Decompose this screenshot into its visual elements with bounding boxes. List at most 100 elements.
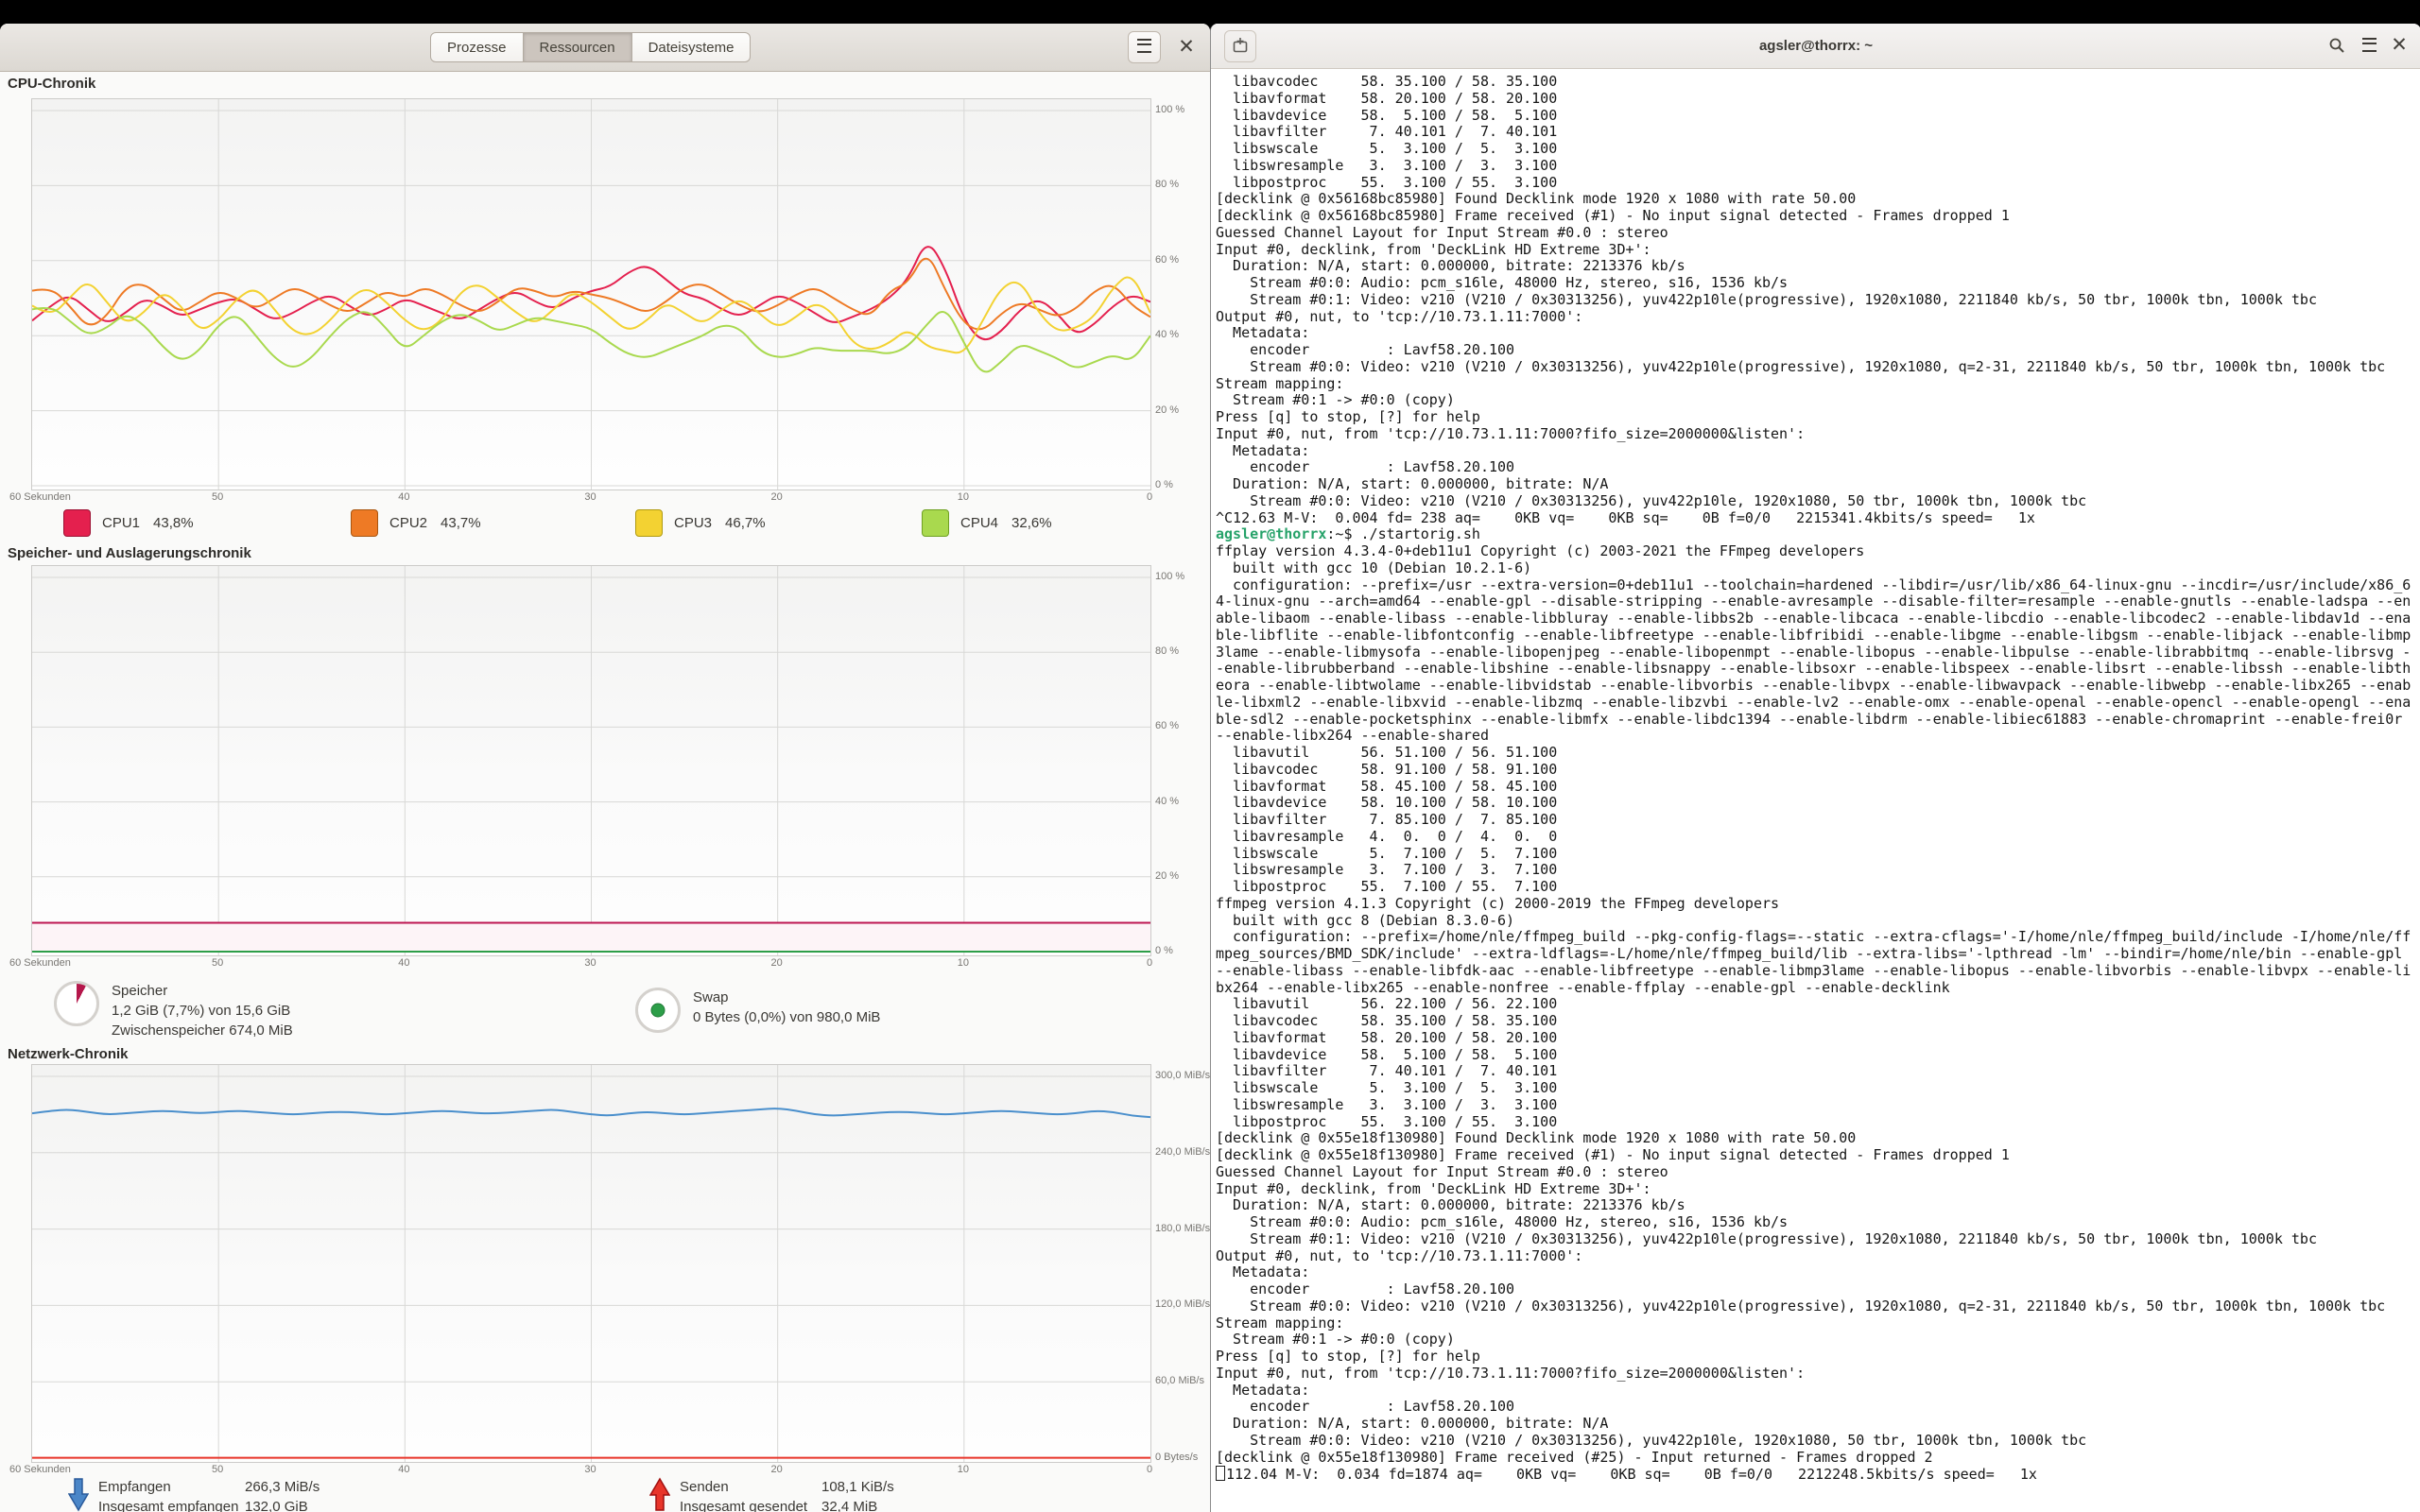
axis-tick-label: 80 %: [1155, 179, 1179, 190]
terminal-headerbar: agsler@thorrx: ~ ✕: [1211, 24, 2420, 69]
terminal-line: Metadata:: [1216, 1383, 2420, 1400]
terminal-line: 112.04 M-V: 0.034 fd=1874 aq= 0KB vq= 0K…: [1216, 1466, 2420, 1483]
terminal-line: Output #0, nut, to 'tcp://10.73.1.11:700…: [1216, 1248, 2420, 1265]
network-y-axis: 300,0 MiB/s240,0 MiB/s180,0 MiB/s120,0 M…: [1155, 1064, 1210, 1461]
terminal-line: Duration: N/A, start: 0.000000, bitrate:…: [1216, 258, 2420, 275]
swap-legend-title: Swap: [693, 988, 880, 1007]
axis-tick-label: 60,0 MiB/s: [1155, 1375, 1204, 1386]
cpu-x-axis: 60 Sekunden50403020100: [9, 491, 1158, 505]
terminal-line: Stream #0:1 -> #0:0 (copy): [1216, 1332, 2420, 1349]
search-button[interactable]: [2321, 30, 2353, 62]
terminal-line: Input #0, decklink, from 'DeckLink HD Ex…: [1216, 242, 2420, 259]
swap-legend-text: Swap 0 Bytes (0,0%) von 980,0 MiB: [693, 988, 880, 1027]
terminal-line: Metadata:: [1216, 325, 2420, 342]
send-label: Senden: [680, 1477, 821, 1497]
terminal-line: Stream mapping:: [1216, 376, 2420, 393]
receive-label: Empfangen: [98, 1477, 245, 1497]
terminal-line: 4-linux-gnu --arch=amd64 --enable-gpl --…: [1216, 593, 2420, 610]
cpu1-color-swatch: [63, 509, 91, 537]
swap-legend-item: Swap 0 Bytes (0,0%) von 980,0 MiB: [635, 988, 880, 1033]
memory-cache-value: Zwischenspeicher 674,0 MiB: [112, 1021, 293, 1040]
terminal-line: Stream #0:1: Video: v210 (V210 / 0x30313…: [1216, 1231, 2420, 1248]
terminal-line: libavformat 58. 20.100 / 58. 20.100: [1216, 1030, 2420, 1047]
terminal-line: libavdevice 58. 10.100 / 58. 10.100: [1216, 795, 2420, 812]
terminal-line: Output #0, nut, to 'tcp://10.73.1.11:700…: [1216, 309, 2420, 326]
swap-gauge-dot: [651, 1004, 666, 1018]
axis-tick-label: 20: [771, 491, 783, 503]
terminal-line: encoder : Lavf58.20.100: [1216, 459, 2420, 476]
memory-usage-gauge: [54, 981, 99, 1026]
system-monitor-headerbar: Prozesse Ressourcen Dateisysteme ✕: [0, 24, 1210, 72]
cpu-section-title: CPU-Chronik: [8, 76, 95, 92]
axis-tick-label: 80 %: [1155, 645, 1179, 657]
axis-tick-label: 0: [1147, 1464, 1152, 1475]
terminal-line: libavdevice 58. 5.100 / 58. 5.100: [1216, 108, 2420, 125]
terminal-line: Input #0, nut, from 'tcp://10.73.1.11:70…: [1216, 1366, 2420, 1383]
network-x-axis: 60 Sekunden50403020100: [9, 1464, 1158, 1477]
terminal-output[interactable]: libavcodec 58. 35.100 / 58. 35.100 libav…: [1211, 69, 2420, 1512]
terminal-line: libpostproc 55. 3.100 / 55. 3.100: [1216, 175, 2420, 192]
terminal-line: Stream #0:1: Video: v210 (V210 / 0x30313…: [1216, 292, 2420, 309]
close-icon: ✕: [2391, 34, 2408, 56]
cpu3-color-swatch: [635, 509, 663, 537]
window-close-button[interactable]: ✕: [1172, 33, 1201, 61]
axis-tick-label: 40 %: [1155, 329, 1179, 340]
terminal-line: encoder : Lavf58.20.100: [1216, 1399, 2420, 1416]
terminal-line: ble-libflite --enable-libfontconfig --en…: [1216, 627, 2420, 644]
terminal-line: [decklink @ 0x55e18f130980] Found Deckli…: [1216, 1130, 2420, 1147]
axis-tick-label: 240,0 MiB/s: [1155, 1146, 1210, 1158]
memory-legend-text: Speicher 1,2 GiB (7,7%) von 15,6 GiB Zwi…: [112, 981, 293, 1040]
axis-tick-label: 0 %: [1155, 945, 1173, 956]
cpu4-value: 32,6%: [1011, 515, 1052, 531]
terminal-line: Metadata:: [1216, 443, 2420, 460]
tab-dateisysteme[interactable]: Dateisysteme: [632, 32, 752, 62]
terminal-line: libavcodec 58. 35.100 / 58. 35.100: [1216, 74, 2420, 91]
terminal-line: Stream #0:0: Audio: pcm_s16le, 48000 Hz,…: [1216, 275, 2420, 292]
axis-tick-label: 120,0 MiB/s: [1155, 1298, 1210, 1310]
axis-tick-label: 40: [398, 491, 409, 503]
terminal-line: Input #0, nut, from 'tcp://10.73.1.11:70…: [1216, 426, 2420, 443]
axis-tick-label: 0 %: [1155, 479, 1173, 490]
terminal-line: [decklink @ 0x56168bc85980] Found Deckli…: [1216, 191, 2420, 208]
axis-tick-label: 50: [212, 491, 223, 503]
terminal-line: agsler@thorrx:~$ ./startorig.sh: [1216, 526, 2420, 543]
axis-tick-label: 60 Sekunden: [9, 957, 71, 969]
terminal-line: libpostproc 55. 7.100 / 55. 7.100: [1216, 879, 2420, 896]
hamburger-menu-icon: [2362, 38, 2377, 52]
tab-ressourcen[interactable]: Ressourcen: [524, 32, 632, 62]
swap-usage-value: 0 Bytes (0,0%) von 980,0 MiB: [693, 1007, 880, 1027]
terminal-line: [decklink @ 0x56168bc85980] Frame receiv…: [1216, 208, 2420, 225]
terminal-line: Input #0, decklink, from 'DeckLink HD Ex…: [1216, 1181, 2420, 1198]
desktop: { "system_monitor": { "tabs": ["Prozesse…: [0, 0, 2420, 1512]
search-icon: [2328, 37, 2345, 54]
primary-menu-button[interactable]: [1128, 31, 1161, 63]
terminal-line: libavformat 58. 20.100 / 58. 20.100: [1216, 91, 2420, 108]
new-tab-button[interactable]: [1224, 30, 1256, 62]
terminal-line: libavutil 56. 51.100 / 56. 51.100: [1216, 745, 2420, 762]
cpu2-value: 43,7%: [441, 515, 481, 531]
network-chart-canvas: [32, 1065, 1150, 1462]
terminal-line: encoder : Lavf58.20.100: [1216, 342, 2420, 359]
terminal-line: le-libxml2 --enable-libxvid --enable-lib…: [1216, 695, 2420, 712]
receive-total: 132,0 GiB: [245, 1497, 320, 1512]
terminal-line: Stream #0:0: Video: v210 (V210 / 0x30313…: [1216, 1298, 2420, 1315]
terminal-menu-button[interactable]: [2353, 30, 2385, 62]
system-monitor-window: Prozesse Ressourcen Dateisysteme ✕ CPU-C…: [0, 24, 1210, 1512]
terminal-line: libswscale 5. 3.100 / 5. 3.100: [1216, 1080, 2420, 1097]
terminal-line: configuration: --prefix=/home/nle/ffmpeg…: [1216, 929, 2420, 946]
cpu2-color-swatch: [351, 509, 378, 537]
network-section-title: Netzwerk-Chronik: [8, 1046, 129, 1062]
axis-tick-label: 20: [771, 957, 783, 969]
axis-tick-label: 300,0 MiB/s: [1155, 1070, 1210, 1081]
axis-tick-label: 30: [584, 491, 596, 503]
cpu2-legend-item: CPU2 43,7%: [351, 509, 494, 537]
terminal-close-button[interactable]: ✕: [2385, 31, 2413, 60]
memory-legend-title: Speicher: [112, 981, 293, 1001]
terminal-line: Duration: N/A, start: 0.000000, bitrate:…: [1216, 476, 2420, 493]
axis-tick-label: 0: [1147, 957, 1152, 969]
axis-tick-label: 60 %: [1155, 720, 1179, 731]
terminal-line: bx264 --enable-libx265 --enable-nonfree …: [1216, 980, 2420, 997]
send-total-label: Insgesamt gesendet: [680, 1497, 821, 1512]
tab-prozesse[interactable]: Prozesse: [430, 32, 524, 62]
download-arrow-icon: [68, 1477, 89, 1512]
